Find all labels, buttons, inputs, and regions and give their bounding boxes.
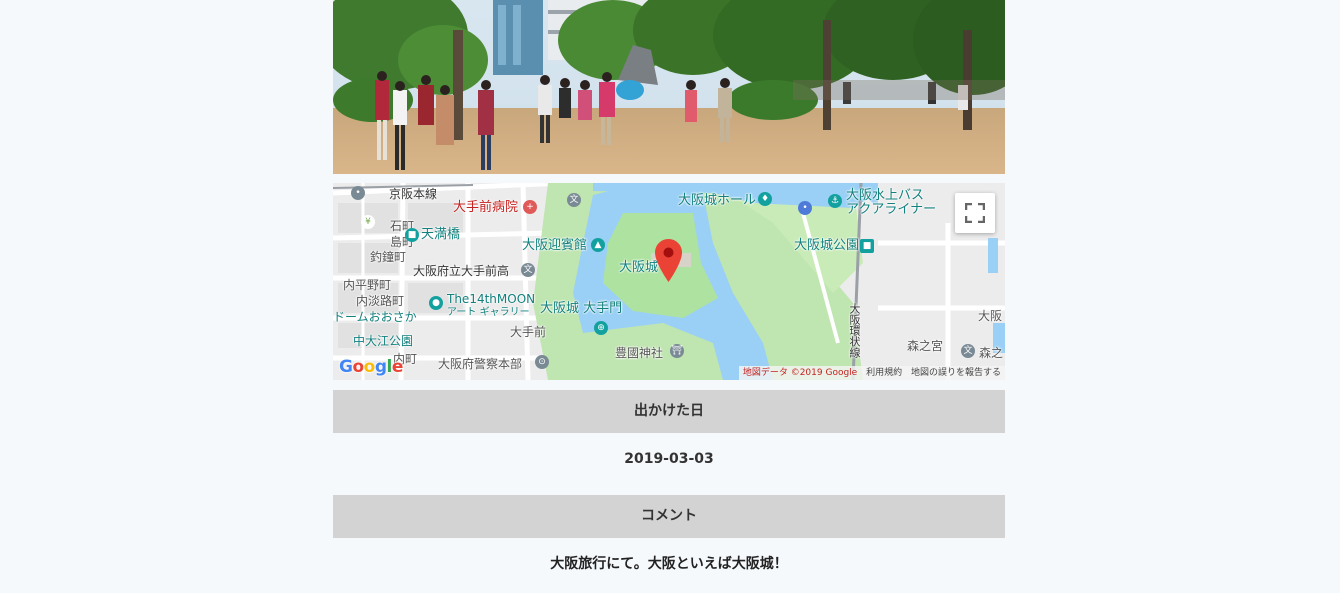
map-label-otemon: 大阪城 大手門 [540, 301, 623, 316]
hospital-icon: + [523, 200, 537, 214]
school-icon-2: 文 [521, 263, 535, 277]
map-attribution: 地図データ ©2019 Google 利用規約 地図の誤りを報告する [738, 366, 1005, 380]
map-label-police: 大阪府警察本部 [438, 357, 523, 371]
school-icon: 文 [567, 193, 581, 207]
map-label-waterbus: 大阪水上バス [846, 188, 925, 203]
date-value: 2019-03-03 [624, 451, 714, 467]
poi-icon: • [351, 186, 365, 200]
map-label-morinomiya: 森之宮 [907, 339, 944, 353]
landmark-icon: ▲ [591, 238, 605, 252]
map-label-aqualiner: アクアライナー [846, 202, 937, 217]
venue-icon: ♦ [758, 192, 772, 206]
police-icon: ⊙ [535, 355, 549, 369]
gate-icon: ⊕ [594, 321, 608, 335]
map-label-otemae: 大手前 [510, 325, 547, 339]
place-photo [333, 0, 1005, 174]
report-error-link[interactable]: 地図の誤りを報告する [911, 368, 1001, 378]
map-label-hall: 大阪城ホール [678, 193, 757, 208]
map-label-loop-line: 大阪環状線 [848, 303, 861, 358]
map-label-morino: 森之 [979, 346, 1004, 360]
map-label-moon-desc: アート ギャラリー [447, 307, 530, 318]
map-label-tenmabashi: 天満橋 [421, 227, 461, 242]
map-label-geihinkan: 大阪迎賓館 [522, 238, 588, 253]
ferry-icon: ⚓ [828, 194, 842, 208]
map-pin-icon[interactable] [655, 239, 682, 282]
shrine-icon: ⛩ [670, 344, 684, 358]
comment-section-header: コメント [333, 495, 1005, 538]
map-label-keihan: 京阪本線 [389, 187, 438, 201]
map-label-tsurigane: 釣鐘町 [370, 250, 407, 264]
google-logo[interactable]: Google [339, 357, 403, 377]
station-icon: ■ [860, 239, 874, 253]
fullscreen-button[interactable] [955, 193, 995, 233]
map-label-osaka-edge: 大阪 [978, 309, 1003, 323]
school-icon-3: 文 [961, 344, 975, 358]
map-label-osakajo: 大阪城 [619, 260, 659, 275]
map-pin-small-icon: ¥ [361, 215, 375, 229]
terms-link[interactable]: 利用規約 [866, 368, 902, 378]
map-label-uchihirano: 内平野町 [343, 278, 392, 292]
map-label-hospital: 大手前病院 [453, 200, 519, 215]
map-label-highschool: 大阪府立大手前高 [413, 264, 510, 278]
map-label-park-station: 大阪城公園 [794, 238, 860, 253]
gallery-icon: ● [429, 296, 443, 310]
location-icon: • [798, 201, 812, 215]
map-label-uchiawaji: 内淡路町 [356, 294, 405, 308]
fullscreen-icon [965, 203, 985, 223]
google-map[interactable]: 京阪本線 大手前病院 + • 文 石町 島町 天満橋 ■ ¥ 釣鐘町 大阪迎賓館… [333, 183, 1005, 380]
map-data-link[interactable]: 地図データ ©2019 Google [743, 368, 857, 378]
map-label-hokoku: 豊國神社 [615, 346, 664, 360]
map-label-nakaoe: 中大江公園 [353, 334, 414, 348]
train-station-icon: ■ [405, 228, 419, 242]
comment-value: 大阪旅行にて。大阪といえば大阪城！ [550, 556, 788, 572]
date-section-header: 出かけた日 [333, 390, 1005, 433]
map-label-moon-name: The14thMOON [447, 292, 536, 306]
map-label-dome: ドームおおさか [333, 310, 417, 324]
